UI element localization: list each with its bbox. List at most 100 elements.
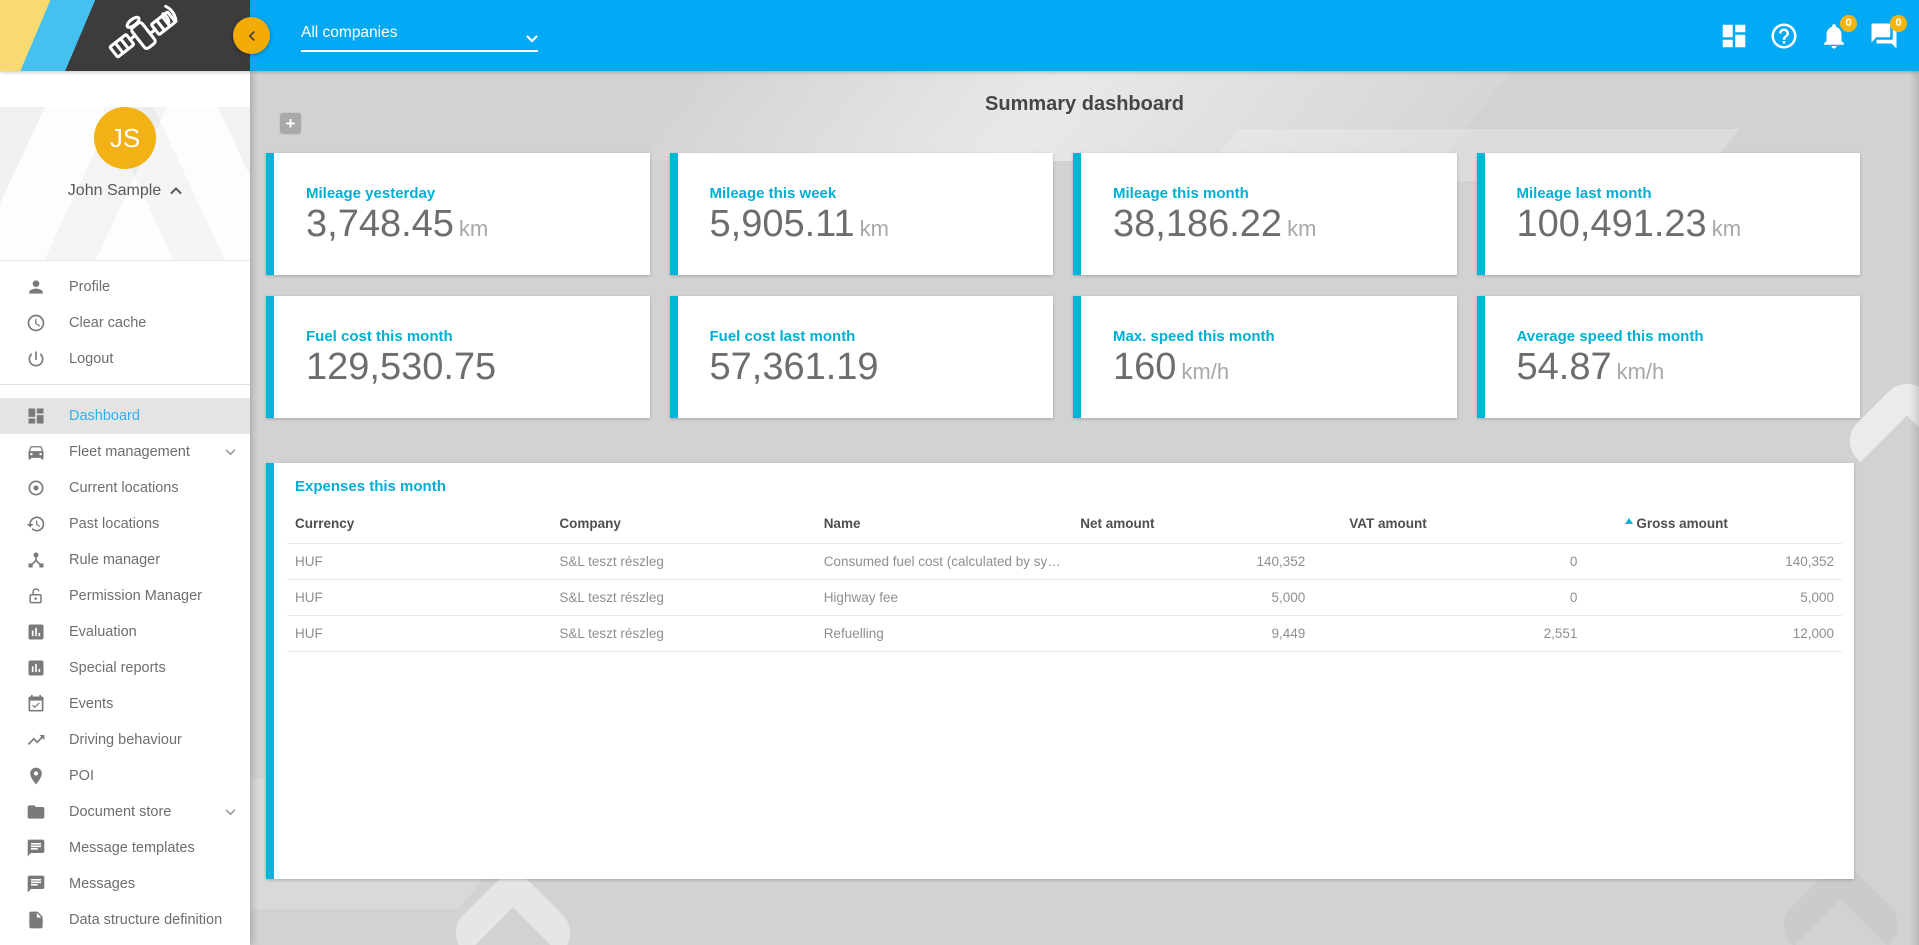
stat-card-fuel-cost-this-month: Fuel cost this month 129,530.75 (266, 296, 650, 418)
nav-item-permission-manager[interactable]: Permission Manager (0, 578, 250, 614)
nav-item-driving-behaviour[interactable]: Driving behaviour (0, 722, 250, 758)
add-widget-button[interactable]: + (279, 112, 302, 135)
nav-item-label: Document store (69, 804, 225, 820)
nav-item-label: Special reports (69, 660, 236, 676)
nav-item-past-locations[interactable]: Past locations (0, 506, 250, 542)
notifications-bell-icon[interactable]: 0 (1819, 21, 1849, 51)
person-icon (26, 277, 46, 297)
folder-icon (26, 802, 46, 822)
stat-card-unit: km (1712, 216, 1741, 241)
table-row[interactable]: HUF S&L teszt részleg Refuelling 9,449 2… (287, 616, 1842, 652)
main-navigation: Dashboard Fleet management Current locat… (0, 385, 250, 945)
column-header-name[interactable]: Name (816, 510, 1073, 544)
user-name: John Sample (68, 182, 161, 200)
chevron-down-icon (225, 444, 236, 460)
column-header-company[interactable]: Company (551, 510, 815, 544)
chevron-down-icon (225, 804, 236, 820)
nav-item-document-store[interactable]: Document store (0, 794, 250, 830)
nav-item-rule-manager[interactable]: Rule manager (0, 542, 250, 578)
stat-card-average-speed: Average speed this month 54.87km/h (1477, 296, 1861, 418)
nav-item-poi[interactable]: POI (0, 758, 250, 794)
nav-item-data-structure-definition[interactable]: Data structure definition (0, 902, 250, 938)
topbar-icon-group: 0 0 (1719, 0, 1899, 71)
cell-name: Refuelling (816, 616, 1073, 652)
nav-item-message-templates[interactable]: Message templates (0, 830, 250, 866)
cell-net-amount: 140,352 (1072, 544, 1313, 580)
avatar[interactable]: JS (94, 107, 156, 169)
cell-gross-amount: 12,000 (1585, 616, 1842, 652)
scrollbar[interactable] (1910, 71, 1919, 945)
chat-lines-icon (26, 874, 46, 894)
stat-card-unit: km/h (1181, 359, 1229, 384)
table-row[interactable]: HUF S&L teszt részleg Consumed fuel cost… (287, 544, 1842, 580)
cell-gross-amount: 140,352 (1585, 544, 1842, 580)
column-header-currency[interactable]: Currency (287, 510, 551, 544)
user-name-toggle[interactable]: John Sample (0, 182, 250, 200)
user-profile-block: JS John Sample (0, 107, 250, 261)
stat-card-value: 160km/h (1113, 346, 1449, 390)
hub-icon (26, 550, 46, 570)
messages-badge: 0 (1890, 15, 1907, 32)
expenses-header-row: Currency Company Name Net amount VAT amo… (287, 510, 1842, 544)
nav-item-label: Fleet management (69, 444, 225, 460)
bar-chart-icon (26, 658, 46, 678)
nav-item-label: Dashboard (69, 408, 236, 424)
nav-item-fleet-management[interactable]: Fleet management (0, 434, 250, 470)
page-title: Summary dashboard (250, 93, 1919, 116)
nav-item-label: Messages (69, 876, 236, 892)
table-row[interactable]: HUF S&L teszt részleg Highway fee 5,000 … (287, 580, 1842, 616)
nav-item-messages[interactable]: Messages (0, 866, 250, 902)
stat-card-value: 57,361.19 (710, 346, 1046, 390)
stat-card-label: Mileage yesterday (306, 185, 642, 202)
stat-cards-grid: Mileage yesterday 3,748.45km Mileage thi… (266, 153, 1860, 418)
stat-card-label: Fuel cost last month (710, 328, 1046, 345)
stat-card-label: Max. speed this month (1113, 328, 1449, 345)
nav-item-registrations[interactable]: Registrations (0, 938, 250, 945)
stat-card-label: Mileage this week (710, 185, 1046, 202)
apps-grid-icon[interactable] (1719, 21, 1749, 51)
column-header-vat-amount[interactable]: VAT amount (1313, 510, 1585, 544)
column-header-net-amount[interactable]: Net amount (1072, 510, 1313, 544)
cell-vat-amount: 2,551 (1313, 616, 1585, 652)
stat-card-label: Average speed this month (1517, 328, 1853, 345)
company-selector[interactable]: All companies (301, 24, 538, 52)
stat-card-value: 38,186.22km (1113, 203, 1449, 247)
messages-chat-icon[interactable]: 0 (1869, 21, 1899, 51)
expenses-title: Expenses this month (295, 478, 1842, 495)
stat-card-unit: km (459, 216, 488, 241)
nav-item-evaluation[interactable]: Evaluation (0, 614, 250, 650)
main-content: Summary dashboard + Mileage yesterday 3,… (250, 71, 1919, 945)
column-header-gross-amount[interactable]: Gross amount (1585, 510, 1842, 544)
sidebar: JS John Sample Profile Clear cache Logou… (0, 71, 250, 945)
file-icon (26, 910, 46, 930)
sidebar-collapse-button[interactable] (233, 17, 270, 54)
menu-item-clear-cache[interactable]: Clear cache (0, 305, 250, 341)
nav-item-events[interactable]: Events (0, 686, 250, 722)
cell-net-amount: 5,000 (1072, 580, 1313, 616)
calendar-check-icon (26, 694, 46, 714)
nav-item-label: Evaluation (69, 624, 236, 640)
stat-card-label: Mileage this month (1113, 185, 1449, 202)
nav-item-label: Permission Manager (69, 588, 236, 604)
stat-card-unit: km/h (1617, 359, 1665, 384)
cell-currency: HUF (287, 580, 551, 616)
nav-item-label: Data structure definition (69, 912, 236, 928)
stat-card-mileage-this-month: Mileage this month 38,186.22km (1073, 153, 1457, 275)
cell-name: Highway fee (816, 580, 1073, 616)
menu-item-logout[interactable]: Logout (0, 341, 250, 377)
stat-card-unit: km (860, 216, 889, 241)
nav-item-special-reports[interactable]: Special reports (0, 650, 250, 686)
nav-item-label: POI (69, 768, 236, 784)
help-icon[interactable] (1769, 21, 1799, 51)
dashboard-icon (26, 406, 46, 426)
stat-card-mileage-this-week: Mileage this week 5,905.11km (670, 153, 1054, 275)
cell-currency: HUF (287, 616, 551, 652)
nav-item-dashboard[interactable]: Dashboard (0, 398, 250, 434)
chevron-down-icon (526, 30, 538, 48)
cell-company: S&L teszt részleg (551, 580, 815, 616)
nav-item-current-locations[interactable]: Current locations (0, 470, 250, 506)
stat-card-value: 3,748.45km (306, 203, 642, 247)
stat-card-value: 54.87km/h (1517, 346, 1853, 390)
app-logo (0, 0, 250, 71)
menu-item-profile[interactable]: Profile (0, 269, 250, 305)
